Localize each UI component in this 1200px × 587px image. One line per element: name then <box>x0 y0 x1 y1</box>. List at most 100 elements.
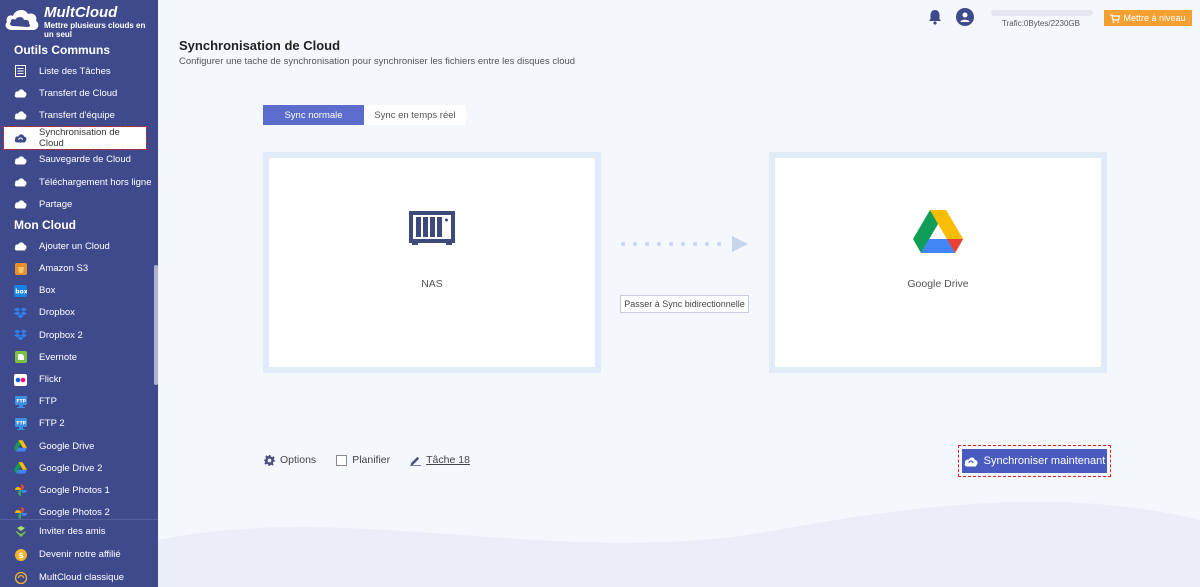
dollar-icon: $ <box>14 548 27 561</box>
cloud-sync-icon <box>14 131 27 144</box>
sidebar-item-telechargement-hors-ligne[interactable]: Téléchargement hors ligne <box>0 171 158 193</box>
sidebar-item-transfert-d-equipe[interactable]: Transfert d'équipe <box>0 104 158 126</box>
sidebar-item-label: Liste des Tâches <box>39 65 111 77</box>
cloud-sync-icon <box>964 457 978 466</box>
sidebar-item-dropbox[interactable]: Dropbox <box>0 302 158 324</box>
sidebar-item-devenir-notre-affilie[interactable]: $ Devenir notre affilié <box>0 543 158 566</box>
sidebar-item-google-drive[interactable]: Google Drive <box>0 435 158 457</box>
target-cloud-box[interactable]: Google Drive <box>769 152 1107 373</box>
google-drive-icon <box>14 462 27 475</box>
task-name[interactable]: Tâche 18 <box>426 454 470 466</box>
sidebar-item-transfert-de-cloud[interactable]: Transfert de Cloud <box>0 82 158 104</box>
ftp-icon: FTP <box>14 417 27 430</box>
cloud-backup-icon <box>14 153 27 166</box>
sidebar-item-label: Amazon S3 <box>39 263 89 275</box>
sidebar-item-label: Sauvegarde de Cloud <box>39 154 131 166</box>
sidebar-item-synchronisation-de-cloud[interactable]: Synchronisation de Cloud <box>3 125 147 150</box>
traffic-progress-bar <box>991 10 1093 16</box>
nas-icon <box>409 211 455 245</box>
box-icon: box <box>14 284 27 297</box>
avatar[interactable] <box>956 8 974 26</box>
sidebar-item-liste-des-taches[interactable]: Liste des Tâches <box>0 60 158 82</box>
sidebar-item-flickr[interactable]: Flickr <box>0 368 158 390</box>
google-photos-icon <box>14 506 27 519</box>
task-options-row: Options Planifier Tâche 18 <box>264 454 490 466</box>
cart-icon <box>1110 13 1121 23</box>
schedule-checkbox[interactable] <box>336 454 348 466</box>
source-cloud-box[interactable]: NAS <box>263 152 601 373</box>
sidebar-item-ajouter-un-cloud[interactable]: Ajouter un Cloud <box>0 235 158 257</box>
ftp-icon: FTP <box>14 395 27 408</box>
schedule-checkbox-item[interactable]: Planifier <box>336 454 390 466</box>
sync-direction-arrow-icon <box>621 236 748 252</box>
sidebar-item-label: Transfert de Cloud <box>39 87 118 99</box>
svg-text:FTP: FTP <box>16 421 26 427</box>
sidebar-item-google-photos-1[interactable]: Google Photos 1 <box>0 479 158 501</box>
team-transfer-icon <box>14 109 27 122</box>
sidebar-item-label: Inviter des amis <box>39 526 106 537</box>
sidebar-item-label: Devenir notre affilié <box>39 549 121 560</box>
sidebar-item-label: Box <box>39 285 56 297</box>
bell-icon[interactable] <box>928 9 942 25</box>
sidebar-item-evernote[interactable]: Evernote <box>0 346 158 368</box>
tab-sync-normal[interactable]: Sync normale <box>263 105 364 125</box>
add-cloud-icon <box>14 240 27 253</box>
sidebar-item-label: Ajouter un Cloud <box>39 240 110 252</box>
section-title-mycloud: Mon Cloud <box>14 218 76 233</box>
evernote-icon <box>14 351 27 364</box>
traffic-text: Trafic:0Bytes/2230GB <box>1002 19 1080 28</box>
bidirectional-sync-button[interactable]: Passer à Sync bidirectionnelle <box>620 295 749 313</box>
cloud-transfer-icon <box>14 87 27 100</box>
background-wave <box>158 501 1200 587</box>
sidebar-item-label: Google Photos 1 <box>39 484 110 496</box>
sync-now-button[interactable]: Synchroniser maintenant <box>962 449 1107 473</box>
sidebar-item-google-drive-2[interactable]: Google Drive 2 <box>0 457 158 479</box>
sidebar-item-label: Transfert d'équipe <box>39 109 115 121</box>
sidebar-item-label: Google Drive <box>39 440 95 452</box>
amazon-s3-icon <box>14 262 27 275</box>
sidebar-item-dropbox-2[interactable]: Dropbox 2 <box>0 324 158 346</box>
dropbox-icon <box>14 329 27 342</box>
common-tools-list: Liste des Tâches Transfert de Cloud Transf… <box>0 60 158 215</box>
sidebar-item-box[interactable]: box Box <box>0 280 158 302</box>
page-title: Synchronisation de Cloud <box>179 38 341 53</box>
sidebar-item-ftp[interactable]: FTP FTP <box>0 391 158 413</box>
sidebar-item-label: Partage <box>39 198 73 210</box>
svg-text:FTP: FTP <box>16 398 26 404</box>
gift-icon <box>14 525 27 538</box>
topbar: Trafic:0Bytes/2230GB Mettre à niveau <box>158 0 1200 36</box>
source-cloud-label: NAS <box>421 278 443 290</box>
sidebar-item-multcloud-classique[interactable]: MultCloud classique <box>0 566 158 587</box>
user-icon <box>960 12 970 22</box>
google-photos-icon <box>14 484 27 497</box>
upgrade-button[interactable]: Mettre à niveau <box>1104 10 1192 26</box>
sync-now-highlight: Synchroniser maintenant <box>958 445 1111 477</box>
mycloud-list: Ajouter un Cloud Amazon S3 box Box Dropbox Dr… <box>0 235 158 521</box>
brand[interactable]: MultCloud Mettre plusieurs clouds en un … <box>0 0 158 40</box>
multcloud-logo-icon <box>5 10 39 30</box>
dropbox-icon <box>14 306 27 319</box>
share-icon <box>14 198 27 211</box>
google-drive-icon <box>14 440 27 453</box>
sidebar-item-label: Google Drive 2 <box>39 462 103 474</box>
sidebar-item-amazon-s3[interactable]: Amazon S3 <box>0 258 158 280</box>
sidebar-item-label: Téléchargement hors ligne <box>39 176 152 188</box>
sidebar-item-label: MultCloud classique <box>39 572 125 583</box>
sidebar-item-inviter-des-amis[interactable]: Inviter des amis <box>0 520 158 543</box>
sidebar-item-label: Dropbox 2 <box>39 329 83 341</box>
sidebar-item-label: Evernote <box>39 351 78 363</box>
sidebar-bottom: Inviter des amis $ Devenir notre affilié Mu… <box>0 519 158 587</box>
tab-sync-realtime[interactable]: Sync en temps réel <box>364 105 466 125</box>
sync-now-label: Synchroniser maintenant <box>983 455 1106 467</box>
svg-text:$: $ <box>18 551 24 560</box>
sidebar-scrollbar[interactable] <box>154 265 158 385</box>
sidebar-item-sauvegarde-de-cloud[interactable]: Sauvegarde de Cloud <box>0 149 158 171</box>
sidebar-item-partage[interactable]: Partage <box>0 193 158 215</box>
options-button[interactable]: Options <box>264 454 316 466</box>
schedule-label: Planifier <box>352 454 391 466</box>
task-name-edit[interactable]: Tâche 18 <box>410 454 470 466</box>
sync-mode-tabs: Sync normale Sync en temps réel <box>263 105 466 125</box>
sidebar-item-ftp-2[interactable]: FTP FTP 2 <box>0 413 158 435</box>
page-subtitle: Configurer une tache de synchronisation … <box>179 56 576 67</box>
brand-slogan: Mettre plusieurs clouds en un seul <box>44 21 146 39</box>
